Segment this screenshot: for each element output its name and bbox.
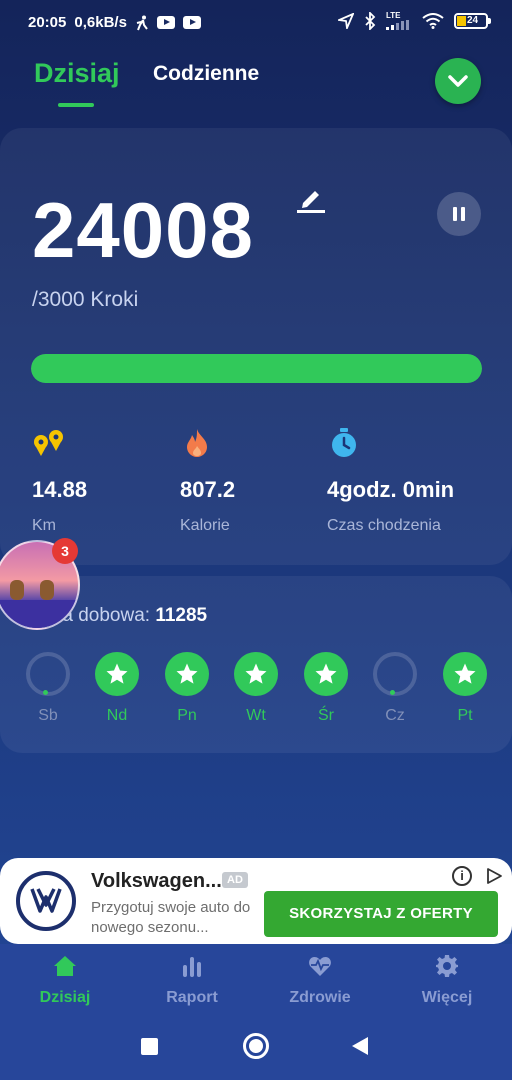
ad-banner[interactable]: Volkswagen... AD Przygotuj swoje auto do… <box>0 858 512 944</box>
stat-distance: 14.88 Km <box>32 426 182 535</box>
day-label: Śr <box>318 707 334 724</box>
chevron-down-icon <box>448 75 468 87</box>
tab-today[interactable]: Dzisiaj <box>34 58 120 89</box>
wifi-icon <box>422 13 444 29</box>
day-2[interactable]: Pn <box>165 652 209 725</box>
day-6[interactable]: Pt <box>443 652 487 725</box>
battery-level: 24 <box>467 15 479 26</box>
day-5[interactable]: Cz <box>373 652 417 725</box>
step-progress-fill <box>31 354 482 383</box>
adchoices-icon[interactable] <box>485 867 503 885</box>
distance-label: Km <box>32 517 56 534</box>
bottom-nav: Dzisiaj Raport Zdrowie Więcej <box>0 944 512 1012</box>
star-icon <box>315 663 337 684</box>
nav-report[interactable]: Raport <box>137 954 247 1007</box>
day-goal-complete <box>234 652 278 696</box>
recents-button[interactable] <box>141 1038 158 1055</box>
ad-title: Volkswagen... <box>91 870 222 892</box>
system-nav-bar <box>0 1012 512 1080</box>
day-1[interactable]: Nd <box>95 652 139 725</box>
day-0[interactable]: Sb <box>26 652 70 725</box>
status-bar: 20:05 0,6kB/s LTE 24 <box>0 0 512 48</box>
star-icon <box>245 663 267 684</box>
battery-icon: 24 <box>454 13 491 29</box>
back-button[interactable] <box>352 1037 368 1055</box>
nav-more[interactable]: Więcej <box>392 954 502 1007</box>
location-icon <box>338 13 354 29</box>
star-icon <box>106 663 128 684</box>
youtube-icon <box>156 16 175 29</box>
home-button[interactable] <box>243 1033 269 1059</box>
day-goal-incomplete <box>26 652 70 696</box>
gear-icon <box>436 955 458 977</box>
star-icon <box>454 663 476 684</box>
home-icon <box>54 956 76 976</box>
calories-value: 807.2 <box>180 477 236 502</box>
day-goal-incomplete <box>373 652 417 696</box>
walking-icon <box>136 15 148 30</box>
nav-report-label: Raport <box>166 989 218 1006</box>
youtube-icon <box>182 16 201 29</box>
nav-today[interactable]: Dzisiaj <box>10 954 120 1007</box>
network-type: LTE <box>386 11 401 20</box>
day-label: Cz <box>385 707 405 724</box>
day-goal-complete <box>443 652 487 696</box>
edit-icon[interactable] <box>297 186 325 214</box>
nav-health[interactable]: Zdrowie <box>265 954 375 1007</box>
bluetooth-icon <box>365 12 376 30</box>
notification-badge: 3 <box>52 538 78 564</box>
status-right: LTE 24 <box>338 12 491 30</box>
volkswagen-logo <box>16 871 76 931</box>
timer-icon <box>332 428 356 457</box>
pause-icon <box>453 207 457 221</box>
day-goal-complete <box>95 652 139 696</box>
info-icon[interactable]: i <box>452 866 472 886</box>
flame-icon <box>187 429 207 457</box>
bar-chart-icon <box>183 957 201 977</box>
pause-button[interactable] <box>437 192 481 236</box>
day-4[interactable]: Śr <box>304 652 348 725</box>
day-label: Nd <box>106 707 128 724</box>
day-label: Wt <box>246 707 266 724</box>
signal-icon: LTE <box>386 12 412 30</box>
step-goal: /3000 Kroki <box>32 288 139 311</box>
daily-average-value: 11285 <box>155 605 208 626</box>
dropdown-button[interactable] <box>435 58 481 104</box>
distance-value: 14.88 <box>32 477 88 502</box>
step-count: 24008 <box>32 186 254 274</box>
walk-time-value: 4godz. 0min <box>327 477 455 502</box>
nav-more-label: Więcej <box>421 989 473 1006</box>
star-icon <box>176 663 198 684</box>
day-goal-complete <box>304 652 348 696</box>
tab-daily[interactable]: Codzienne <box>153 62 259 86</box>
status-speed: 0,6kB/s <box>74 14 127 31</box>
heart-pulse-icon <box>309 957 331 976</box>
calories-label: Kalorie <box>180 517 230 534</box>
day-goal-complete <box>165 652 209 696</box>
walk-time-label: Czas chodzenia <box>327 517 441 534</box>
ad-cta-button[interactable]: SKORZYSTAJ Z OFERTY <box>264 891 498 937</box>
status-left: 20:05 0,6kB/s <box>28 14 201 31</box>
ad-text: Przygotuj swoje auto do nowego sezonu... <box>91 899 251 936</box>
stat-calories: 807.2 Kalorie <box>180 426 330 535</box>
nav-health-label: Zdrowie <box>289 989 351 1006</box>
tab-underline <box>58 103 94 107</box>
nav-today-label: Dzisiaj <box>39 989 91 1006</box>
day-3[interactable]: Wt <box>234 652 278 725</box>
ad-tag: AD <box>222 872 248 888</box>
status-time: 20:05 <box>28 14 67 31</box>
stat-walk-time: 4godz. 0min Czas chodzenia <box>327 426 507 535</box>
step-progress-bar <box>31 354 482 383</box>
day-label: Sb <box>38 707 58 724</box>
day-label: Pt <box>457 707 473 724</box>
distance-icon <box>34 430 63 456</box>
day-label: Pn <box>177 707 197 724</box>
